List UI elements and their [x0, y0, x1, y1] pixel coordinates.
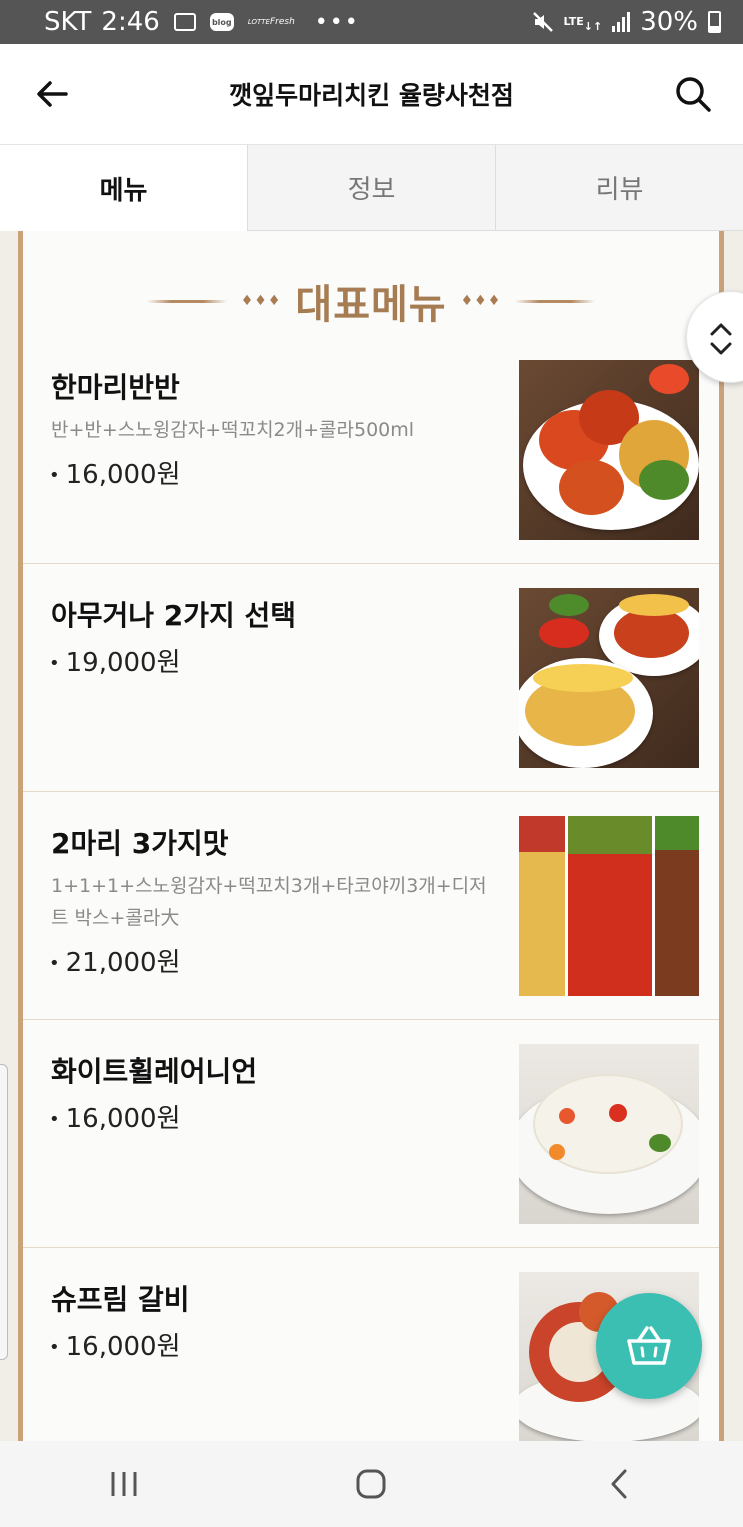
menu-item-name: 한마리반반	[51, 371, 180, 404]
menu-item-name: 아무거나 2가지 선택	[51, 599, 297, 632]
arrow-left-icon	[37, 81, 68, 107]
fresh-label: Fresh	[269, 16, 295, 27]
tab-info[interactable]: 정보	[247, 145, 495, 231]
status-left: SKT 2:46 blog LOTTE Fresh •••	[44, 7, 360, 37]
store-title: 깻잎두마리치킨 율량사천점	[229, 81, 514, 110]
menu-item-photo	[519, 360, 699, 540]
bullet: •	[49, 465, 60, 486]
tab-menu[interactable]: 메뉴	[0, 145, 247, 231]
menu-item-name: 화이트휠레어니언	[51, 1055, 258, 1088]
menu-item[interactable]: 화이트휠레어니언 • 16,000원	[23, 1020, 719, 1248]
recent-apps-icon	[111, 1472, 137, 1496]
diamond-ornament-icon: ♦♦♦	[240, 293, 282, 309]
menu-item[interactable]: 2마리 3가지맛 1+1+1+스노윙감자+떡꼬치3개+타코야끼3개+디저트 박스…	[23, 792, 719, 1020]
divider	[146, 299, 227, 303]
bullet: •	[49, 653, 60, 674]
menu-item-photo	[519, 588, 699, 768]
status-right: LTE ↓↑ 30%	[532, 7, 721, 37]
bullet: •	[49, 953, 60, 974]
menu-item-price: • 16,000원	[49, 1098, 181, 1135]
blog-icon: blog	[209, 13, 234, 31]
system-nav-bar	[0, 1441, 743, 1527]
lotte-label: LOTTE	[247, 17, 270, 26]
tab-bar: 메뉴 정보 리뷰	[0, 145, 743, 231]
search-icon	[676, 77, 711, 112]
section-title: 대표메뉴	[295, 282, 447, 328]
price-value: 21,000원	[65, 948, 181, 978]
lotte-fresh-icon: LOTTE Fresh	[247, 16, 295, 27]
menu-item-price: • 16,000원	[49, 454, 181, 491]
menu-item-desc: 1+1+1+스노윙감자+떡꼬치3개+타코야끼3개+디저트 박스+콜라大	[51, 875, 487, 929]
basket-icon	[627, 1326, 671, 1365]
lte-label: LTE	[563, 15, 584, 28]
clock: 2:46	[101, 7, 160, 37]
menu-item-name: 2마리 3가지맛	[51, 827, 229, 860]
lte-icon: LTE ↓↑	[563, 15, 603, 33]
home-button[interactable]	[341, 1454, 401, 1514]
menu-item[interactable]: 한마리반반 반+반+스노윙감자+떡꼬치2개+콜라500ml • 16,000원	[23, 336, 719, 564]
section-header: ♦♦♦ 대표메뉴 ♦♦♦	[23, 271, 719, 331]
diamond-ornament-icon: ♦♦♦	[460, 293, 502, 309]
price-value: 16,000원	[65, 460, 181, 490]
divider	[515, 299, 596, 303]
price-value: 16,000원	[65, 1104, 181, 1134]
menu-item-price: • 19,000원	[49, 642, 181, 679]
status-bar: SKT 2:46 blog LOTTE Fresh ••• LTE ↓↑ 30%	[0, 0, 743, 44]
back-button[interactable]	[32, 74, 72, 114]
home-icon	[356, 1469, 386, 1499]
back-icon	[611, 1469, 627, 1499]
menu-item-name: 슈프림 갈비	[51, 1283, 190, 1316]
menu-list: ♦♦♦ 대표메뉴 ♦♦♦ 한마리반반 반+반+스노윙감자+떡꼬치2개+콜라500…	[18, 231, 724, 1451]
chevron-up-down-icon	[710, 323, 732, 355]
bullet: •	[49, 1109, 60, 1130]
menu-item-price: • 21,000원	[49, 942, 181, 979]
tab-reviews[interactable]: 리뷰	[495, 145, 743, 231]
recent-apps-button[interactable]	[94, 1454, 154, 1514]
signal-icon	[612, 12, 631, 32]
app-header: 깻잎두마리치킨 율량사천점	[0, 44, 743, 145]
menu-item-photo	[519, 1044, 699, 1224]
menu-item[interactable]: 아무거나 2가지 선택 • 19,000원	[23, 564, 719, 792]
mute-icon	[532, 11, 554, 33]
more-dots-icon: •••	[314, 9, 360, 35]
menu-item-photo	[519, 816, 699, 996]
menu-item-desc: 반+반+스노윙감자+떡꼬치2개+콜라500ml	[51, 419, 415, 441]
edge-panel-handle[interactable]	[0, 1064, 8, 1360]
image-icon	[173, 13, 196, 31]
search-button[interactable]	[673, 74, 713, 114]
carrier-label: SKT	[44, 7, 92, 37]
menu-item-price: • 16,000원	[49, 1326, 181, 1363]
bullet: •	[49, 1337, 60, 1358]
nav-back-button[interactable]	[589, 1454, 649, 1514]
battery-icon	[708, 11, 721, 33]
price-value: 16,000원	[65, 1332, 181, 1362]
battery-percent: 30%	[640, 7, 698, 37]
cart-button[interactable]	[596, 1293, 702, 1399]
price-value: 19,000원	[65, 648, 181, 678]
